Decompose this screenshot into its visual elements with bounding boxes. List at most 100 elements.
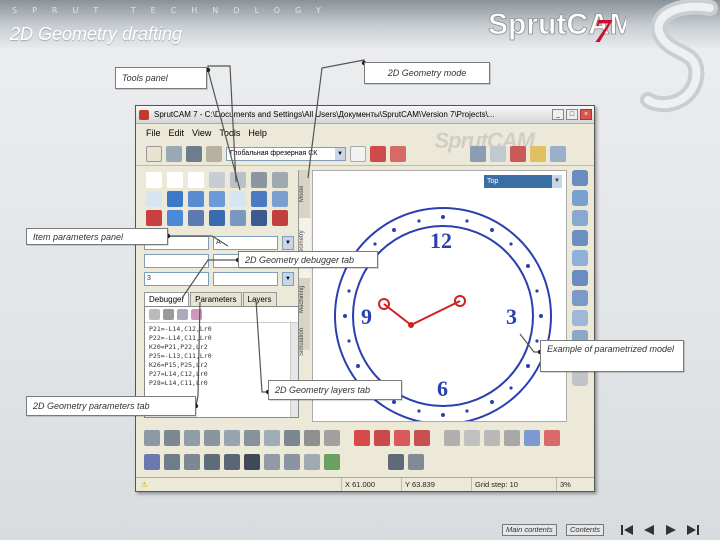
debug-line[interactable]: K26=P15,P25,Lr2 [149, 361, 294, 370]
maximize-button[interactable]: □ [566, 109, 578, 120]
tab-parameters[interactable]: Parameters [190, 292, 242, 306]
contour-tool-icon[interactable] [146, 210, 162, 226]
erase-tool-icon[interactable] [272, 210, 288, 226]
snap-center-icon[interactable] [444, 430, 460, 446]
next-slide-icon[interactable] [664, 524, 678, 536]
wrench-icon[interactable] [408, 454, 424, 470]
coordinate-system-select[interactable]: Глобальная фрезерная СК ▼ [226, 146, 346, 161]
debug-line[interactable]: P22=-L14,C11,Lr0 [149, 334, 294, 343]
shaded-icon[interactable] [324, 430, 340, 446]
tab-debugger[interactable]: Debugger [144, 292, 190, 306]
run-icon[interactable] [177, 309, 188, 320]
shape-icon[interactable] [572, 270, 588, 286]
view-right-icon[interactable] [204, 430, 220, 446]
workpiece-icon[interactable] [184, 454, 200, 470]
last-slide-icon[interactable] [686, 524, 700, 536]
spline-icon[interactable] [572, 230, 588, 246]
print-icon[interactable] [388, 454, 404, 470]
chevron-down-icon[interactable]: ▼ [282, 236, 294, 250]
pause-icon[interactable] [191, 309, 202, 320]
delete-icon[interactable] [390, 145, 406, 162]
cursor-icon[interactable] [272, 172, 288, 188]
snap-intersect-icon[interactable] [414, 430, 430, 446]
pocket-icon[interactable] [572, 290, 588, 306]
zoom-icon[interactable] [550, 145, 566, 162]
grid-icon[interactable] [524, 430, 540, 446]
grid-snap-icon[interactable] [544, 430, 560, 446]
contents-button[interactable]: Contents [566, 524, 605, 536]
debug-line[interactable]: K20=P21,P22,Lr2 [149, 343, 294, 352]
view-bottom-icon[interactable] [244, 430, 260, 446]
view-iso-icon[interactable] [264, 430, 280, 446]
menu-help[interactable]: Help [248, 124, 267, 142]
mode-tab-model[interactable]: Model [299, 174, 311, 214]
extend-tool-icon[interactable] [251, 210, 267, 226]
debug-line[interactable]: P27=L14,C12,Lr0 [149, 370, 294, 379]
parameter-field[interactable] [213, 272, 278, 286]
parameter-field[interactable] [144, 254, 209, 268]
offset-tool-icon[interactable] [167, 210, 183, 226]
debugger-scrollbar[interactable] [290, 323, 298, 417]
snap-point-icon[interactable] [354, 430, 370, 446]
circle-tool-icon[interactable] [209, 191, 225, 207]
chevron-down-icon[interactable]: ▼ [282, 272, 294, 286]
menu-view[interactable]: View [192, 124, 211, 142]
coolant-icon[interactable] [304, 454, 320, 470]
step-icon[interactable] [163, 309, 174, 320]
part-icon[interactable] [224, 454, 240, 470]
mode-tab-2d-geometry[interactable]: 2D Geometry [299, 218, 311, 278]
fillet-tool-icon[interactable] [251, 191, 267, 207]
snap-mid-icon[interactable] [394, 430, 410, 446]
first-slide-icon[interactable] [620, 524, 634, 536]
fixture-icon[interactable] [204, 454, 220, 470]
spindle-icon[interactable] [264, 454, 280, 470]
settings-icon[interactable] [572, 370, 588, 386]
view-back-icon[interactable] [164, 430, 180, 446]
snap-tangent-icon[interactable] [464, 430, 480, 446]
clamp-icon[interactable] [244, 454, 260, 470]
main-contents-button[interactable]: Main contents [502, 524, 557, 536]
arc-tool-icon[interactable] [188, 191, 204, 207]
view-front-icon[interactable] [144, 430, 160, 446]
snap-perp-icon[interactable] [484, 430, 500, 446]
close-button[interactable]: × [580, 109, 592, 120]
rotate-view-icon[interactable] [470, 145, 486, 162]
simulate-icon[interactable] [324, 454, 340, 470]
edit-icon[interactable] [149, 309, 160, 320]
function-tool-icon[interactable] [209, 210, 225, 226]
trim-tool-icon[interactable] [230, 210, 246, 226]
drill-icon[interactable] [572, 310, 588, 326]
menu-tools[interactable]: Tools [219, 124, 240, 142]
snap-near-icon[interactable] [504, 430, 520, 446]
view-left-icon[interactable] [184, 430, 200, 446]
machine-icon[interactable] [206, 145, 222, 162]
tab-layers[interactable]: Layers [242, 292, 277, 306]
save-icon[interactable] [186, 145, 202, 162]
select-icon[interactable] [572, 170, 588, 186]
chamfer-tool-icon[interactable] [272, 191, 288, 207]
undo-icon[interactable] [209, 172, 225, 188]
new-file-icon[interactable] [146, 145, 162, 162]
calculator-icon[interactable] [251, 172, 267, 188]
machine-setup-icon[interactable] [164, 454, 180, 470]
minimize-button[interactable]: _ [552, 109, 564, 120]
debug-line[interactable]: P21=-L14,C12,Lr0 [149, 325, 294, 334]
parameter-field[interactable]: 3 [144, 272, 209, 286]
mode-tab-machining[interactable]: Machining [299, 282, 311, 316]
view-select[interactable]: Top ▼ [484, 175, 562, 188]
parameter-field[interactable]: A [213, 236, 278, 250]
tool-holder-icon[interactable] [284, 454, 300, 470]
mode-tab-simulation[interactable]: Simulation [299, 320, 311, 364]
redo-icon[interactable] [230, 172, 246, 188]
document-icon[interactable] [350, 145, 366, 162]
menu-file[interactable]: File [146, 124, 161, 142]
surface-icon[interactable] [572, 250, 588, 266]
debug-line[interactable]: P25=-L13,C11,Lr0 [149, 352, 294, 361]
snap-end-icon[interactable] [374, 430, 390, 446]
menu-edit[interactable]: Edit [169, 124, 185, 142]
previous-slide-icon[interactable] [642, 524, 656, 536]
tool-library-icon[interactable] [144, 454, 160, 470]
highlight-icon[interactable] [530, 145, 546, 162]
cut-icon[interactable] [370, 145, 386, 162]
import-icon[interactable] [166, 145, 182, 162]
